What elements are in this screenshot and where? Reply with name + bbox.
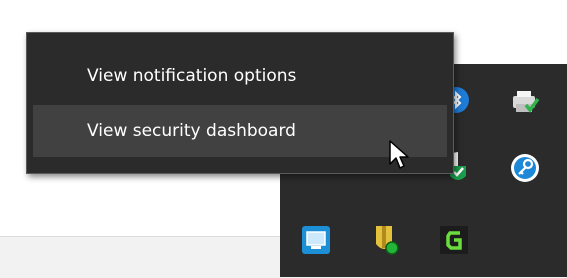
intel-graphics-icon[interactable]	[300, 224, 332, 256]
key-app-icon[interactable]	[509, 152, 541, 184]
printer-check-icon[interactable]	[509, 86, 541, 118]
view-security-dashboard-item[interactable]: View security dashboard	[33, 105, 447, 157]
shield-green-dot-icon[interactable]	[370, 224, 402, 256]
view-notification-options-item[interactable]: View notification options	[33, 50, 447, 102]
mouse-pointer-icon	[388, 140, 410, 170]
menu-item-label: View security dashboard	[87, 121, 296, 141]
green-g-app-icon[interactable]	[438, 224, 470, 256]
menu-item-label: View notification options	[87, 66, 297, 86]
